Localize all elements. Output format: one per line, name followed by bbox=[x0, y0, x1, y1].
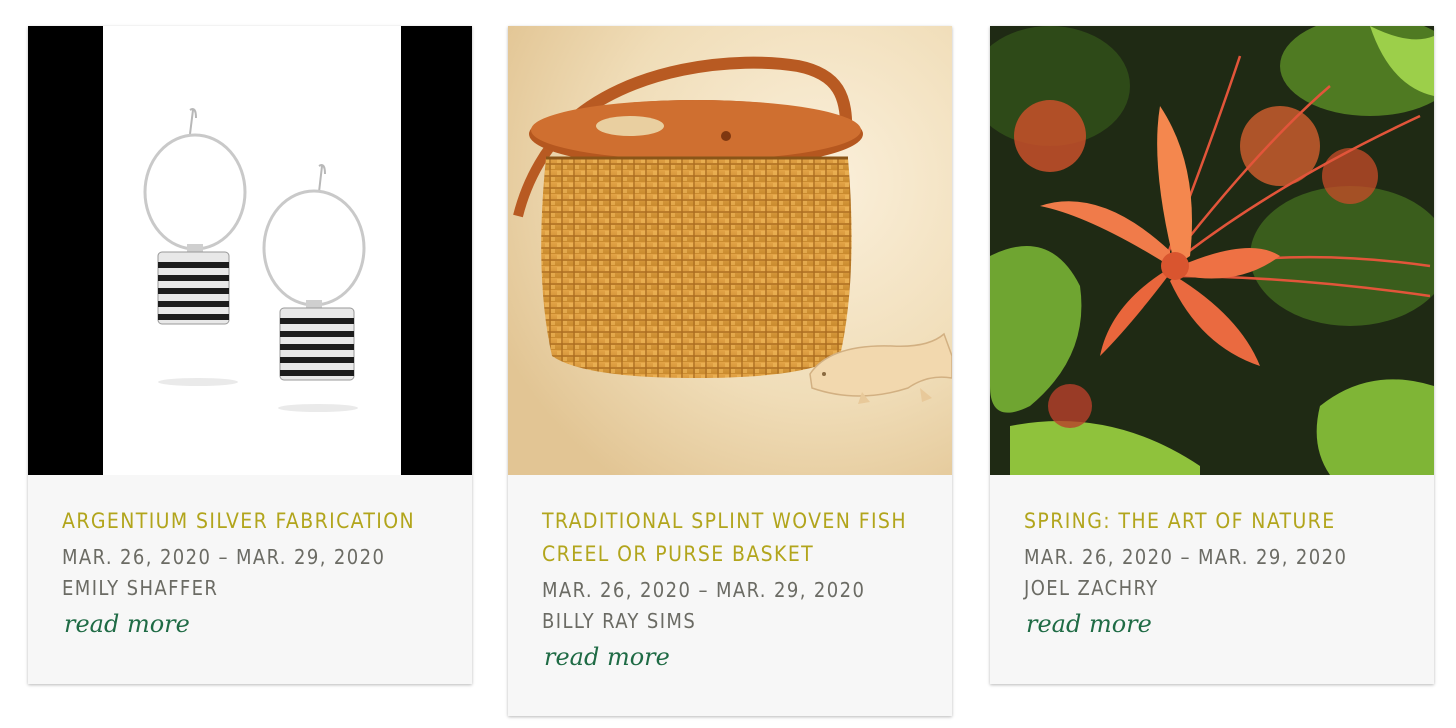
read-more-link[interactable]: read more bbox=[64, 610, 190, 638]
event-dates: Mar. 26, 2020 – Mar. 29, 2020 bbox=[62, 545, 386, 569]
event-title[interactable]: Traditional Splint Woven Fish Creel or P… bbox=[542, 505, 918, 571]
read-more-link[interactable]: read more bbox=[1026, 610, 1152, 638]
earrings-image[interactable] bbox=[28, 26, 472, 475]
event-artist: Billy Ray Sims bbox=[542, 609, 697, 633]
event-title[interactable]: Spring: The Art of Nature bbox=[1024, 505, 1400, 538]
event-artist: Emily Shaffer bbox=[62, 576, 219, 600]
event-artist: Joel Zachry bbox=[1024, 576, 1159, 600]
event-dates: Mar. 26, 2020 – Mar. 29, 2020 bbox=[1024, 545, 1348, 569]
event-card[interactable]: Traditional Splint Woven Fish Creel or P… bbox=[508, 26, 952, 716]
event-dates: Mar. 26, 2020 – Mar. 29, 2020 bbox=[542, 578, 866, 602]
basket-image[interactable] bbox=[508, 26, 952, 475]
flower-image[interactable] bbox=[990, 26, 1434, 475]
read-more-link[interactable]: read more bbox=[544, 643, 670, 671]
event-title[interactable]: Argentium Silver Fabrication bbox=[62, 505, 438, 538]
event-card[interactable]: Argentium Silver Fabrication Mar. 26, 20… bbox=[28, 26, 472, 684]
event-card[interactable]: Spring: The Art of Nature Mar. 26, 2020 … bbox=[990, 26, 1434, 684]
